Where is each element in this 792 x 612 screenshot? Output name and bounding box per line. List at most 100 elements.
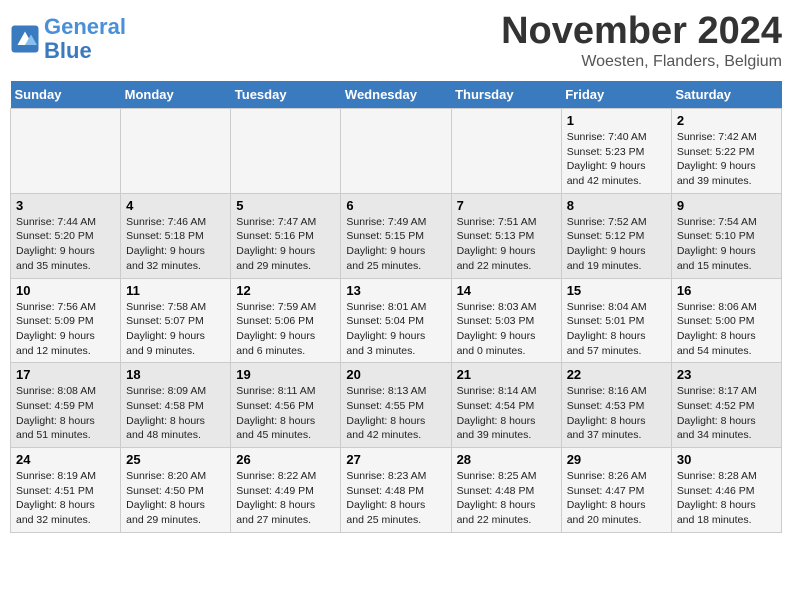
calendar-cell: 1 Sunrise: 7:40 AM Sunset: 5:23 PM Daylig… xyxy=(561,109,671,194)
day-info: Sunrise: 8:01 AM Sunset: 5:04 PM Dayligh… xyxy=(346,300,445,359)
day-info: Sunrise: 7:52 AM Sunset: 5:12 PM Dayligh… xyxy=(567,215,666,274)
logo: General Blue xyxy=(10,15,126,63)
calendar-week-1: 3Sunrise: 7:44 AM Sunset: 5:20 PM Daylig… xyxy=(11,193,782,278)
calendar-cell xyxy=(451,109,561,194)
header-monday: Monday xyxy=(121,81,231,109)
location-title: Woesten, Flanders, Belgium xyxy=(501,53,782,71)
calendar-cell: 19Sunrise: 8:11 AM Sunset: 4:56 PM Dayli… xyxy=(231,363,341,448)
calendar-cell: 10 Sunrise: 7:56 AM Sunset: 5:09 PM Dayli… xyxy=(11,278,121,363)
day-number: 2 xyxy=(677,113,776,128)
calendar-cell xyxy=(231,109,341,194)
day-number: 27 xyxy=(346,452,445,467)
calendar-table: Sunday Monday Tuesday Wednesday Thursday… xyxy=(10,81,782,533)
day-info: Sunrise: 7:54 AM Sunset: 5:10 PM Dayligh… xyxy=(677,215,776,274)
day-info: Sunrise: 8:16 AM Sunset: 4:53 PM Dayligh… xyxy=(567,384,666,443)
day-info: Sunrise: 7:51 AM Sunset: 5:13 PM Dayligh… xyxy=(457,215,556,274)
day-number: 11 xyxy=(126,283,225,298)
day-info: Sunrise: 8:23 AM Sunset: 4:48 PM Dayligh… xyxy=(346,469,445,528)
day-number: 5 xyxy=(236,198,335,213)
day-info: Sunrise: 8:11 AM Sunset: 4:56 PM Dayligh… xyxy=(236,384,335,443)
day-info: Sunrise: 8:20 AM Sunset: 4:50 PM Dayligh… xyxy=(126,469,225,528)
day-info: Sunrise: 8:22 AM Sunset: 4:49 PM Dayligh… xyxy=(236,469,335,528)
day-info: Sunrise: 8:08 AM Sunset: 4:59 PM Dayligh… xyxy=(16,384,115,443)
calendar-cell: 24Sunrise: 8:19 AM Sunset: 4:51 PM Dayli… xyxy=(11,448,121,533)
day-info: Sunrise: 7:40 AM Sunset: 5:23 PM Dayligh… xyxy=(567,130,666,189)
day-number: 9 xyxy=(677,198,776,213)
calendar-cell: 9 Sunrise: 7:54 AM Sunset: 5:10 PM Daylig… xyxy=(671,193,781,278)
day-number: 8 xyxy=(567,198,666,213)
calendar-cell xyxy=(121,109,231,194)
calendar-cell: 28Sunrise: 8:25 AM Sunset: 4:48 PM Dayli… xyxy=(451,448,561,533)
day-number: 30 xyxy=(677,452,776,467)
day-number: 14 xyxy=(457,283,556,298)
calendar-week-2: 10 Sunrise: 7:56 AM Sunset: 5:09 PM Dayli… xyxy=(11,278,782,363)
day-info: Sunrise: 8:14 AM Sunset: 4:54 PM Dayligh… xyxy=(457,384,556,443)
day-info: Sunrise: 8:09 AM Sunset: 4:58 PM Dayligh… xyxy=(126,384,225,443)
logo-text: General Blue xyxy=(44,15,126,63)
day-info: Sunrise: 7:44 AM Sunset: 5:20 PM Dayligh… xyxy=(16,215,115,274)
calendar-header: Sunday Monday Tuesday Wednesday Thursday… xyxy=(11,81,782,109)
calendar-cell: 17Sunrise: 8:08 AM Sunset: 4:59 PM Dayli… xyxy=(11,363,121,448)
day-info: Sunrise: 7:58 AM Sunset: 5:07 PM Dayligh… xyxy=(126,300,225,359)
calendar-cell: 25 Sunrise: 8:20 AM Sunset: 4:50 PM Dayli… xyxy=(121,448,231,533)
calendar-body: 1 Sunrise: 7:40 AM Sunset: 5:23 PM Daylig… xyxy=(11,109,782,533)
day-number: 22 xyxy=(567,367,666,382)
day-info: Sunrise: 7:47 AM Sunset: 5:16 PM Dayligh… xyxy=(236,215,335,274)
day-number: 25 xyxy=(126,452,225,467)
calendar-cell: 26Sunrise: 8:22 AM Sunset: 4:49 PM Dayli… xyxy=(231,448,341,533)
day-number: 6 xyxy=(346,198,445,213)
day-info: Sunrise: 7:49 AM Sunset: 5:15 PM Dayligh… xyxy=(346,215,445,274)
calendar-cell: 15Sunrise: 8:04 AM Sunset: 5:01 PM Dayli… xyxy=(561,278,671,363)
calendar-cell: 7Sunrise: 7:51 AM Sunset: 5:13 PM Daylig… xyxy=(451,193,561,278)
day-number: 18 xyxy=(126,367,225,382)
header-wednesday: Wednesday xyxy=(341,81,451,109)
title-area: November 2024 Woesten, Flanders, Belgium xyxy=(501,10,782,71)
calendar-cell: 13 Sunrise: 8:01 AM Sunset: 5:04 PM Dayli… xyxy=(341,278,451,363)
day-info: Sunrise: 7:56 AM Sunset: 5:09 PM Dayligh… xyxy=(16,300,115,359)
day-info: Sunrise: 8:17 AM Sunset: 4:52 PM Dayligh… xyxy=(677,384,776,443)
calendar-cell: 27 Sunrise: 8:23 AM Sunset: 4:48 PM Dayli… xyxy=(341,448,451,533)
day-info: Sunrise: 8:04 AM Sunset: 5:01 PM Dayligh… xyxy=(567,300,666,359)
header-sunday: Sunday xyxy=(11,81,121,109)
day-number: 13 xyxy=(346,283,445,298)
day-info: Sunrise: 8:03 AM Sunset: 5:03 PM Dayligh… xyxy=(457,300,556,359)
calendar-week-4: 24Sunrise: 8:19 AM Sunset: 4:51 PM Dayli… xyxy=(11,448,782,533)
calendar-cell: 23 Sunrise: 8:17 AM Sunset: 4:52 PM Dayli… xyxy=(671,363,781,448)
day-info: Sunrise: 7:46 AM Sunset: 5:18 PM Dayligh… xyxy=(126,215,225,274)
day-number: 1 xyxy=(567,113,666,128)
day-number: 16 xyxy=(677,283,776,298)
day-number: 29 xyxy=(567,452,666,467)
day-number: 10 xyxy=(16,283,115,298)
day-number: 28 xyxy=(457,452,556,467)
calendar-cell: 6 Sunrise: 7:49 AM Sunset: 5:15 PM Daylig… xyxy=(341,193,451,278)
header-row: Sunday Monday Tuesday Wednesday Thursday… xyxy=(11,81,782,109)
header-tuesday: Tuesday xyxy=(231,81,341,109)
day-info: Sunrise: 8:26 AM Sunset: 4:47 PM Dayligh… xyxy=(567,469,666,528)
month-title: November 2024 xyxy=(501,10,782,53)
calendar-week-0: 1 Sunrise: 7:40 AM Sunset: 5:23 PM Daylig… xyxy=(11,109,782,194)
logo-line2: Blue xyxy=(44,38,92,63)
calendar-cell xyxy=(341,109,451,194)
calendar-cell: 30 Sunrise: 8:28 AM Sunset: 4:46 PM Dayli… xyxy=(671,448,781,533)
day-number: 23 xyxy=(677,367,776,382)
calendar-cell: 22 Sunrise: 8:16 AM Sunset: 4:53 PM Dayli… xyxy=(561,363,671,448)
calendar-cell: 14 Sunrise: 8:03 AM Sunset: 5:03 PM Dayli… xyxy=(451,278,561,363)
day-number: 4 xyxy=(126,198,225,213)
calendar-cell: 3Sunrise: 7:44 AM Sunset: 5:20 PM Daylig… xyxy=(11,193,121,278)
calendar-cell: 12 Sunrise: 7:59 AM Sunset: 5:06 PM Dayli… xyxy=(231,278,341,363)
header-friday: Friday xyxy=(561,81,671,109)
logo-icon xyxy=(10,24,40,54)
calendar-cell: 20Sunrise: 8:13 AM Sunset: 4:55 PM Dayli… xyxy=(341,363,451,448)
calendar-cell: 2 Sunrise: 7:42 AM Sunset: 5:22 PM Daylig… xyxy=(671,109,781,194)
day-number: 20 xyxy=(346,367,445,382)
calendar-week-3: 17Sunrise: 8:08 AM Sunset: 4:59 PM Dayli… xyxy=(11,363,782,448)
logo-line1: General xyxy=(44,14,126,39)
day-info: Sunrise: 7:42 AM Sunset: 5:22 PM Dayligh… xyxy=(677,130,776,189)
header-thursday: Thursday xyxy=(451,81,561,109)
day-info: Sunrise: 7:59 AM Sunset: 5:06 PM Dayligh… xyxy=(236,300,335,359)
day-number: 21 xyxy=(457,367,556,382)
day-info: Sunrise: 8:28 AM Sunset: 4:46 PM Dayligh… xyxy=(677,469,776,528)
day-number: 12 xyxy=(236,283,335,298)
calendar-cell: 16Sunrise: 8:06 AM Sunset: 5:00 PM Dayli… xyxy=(671,278,781,363)
calendar-cell: 29 Sunrise: 8:26 AM Sunset: 4:47 PM Dayli… xyxy=(561,448,671,533)
